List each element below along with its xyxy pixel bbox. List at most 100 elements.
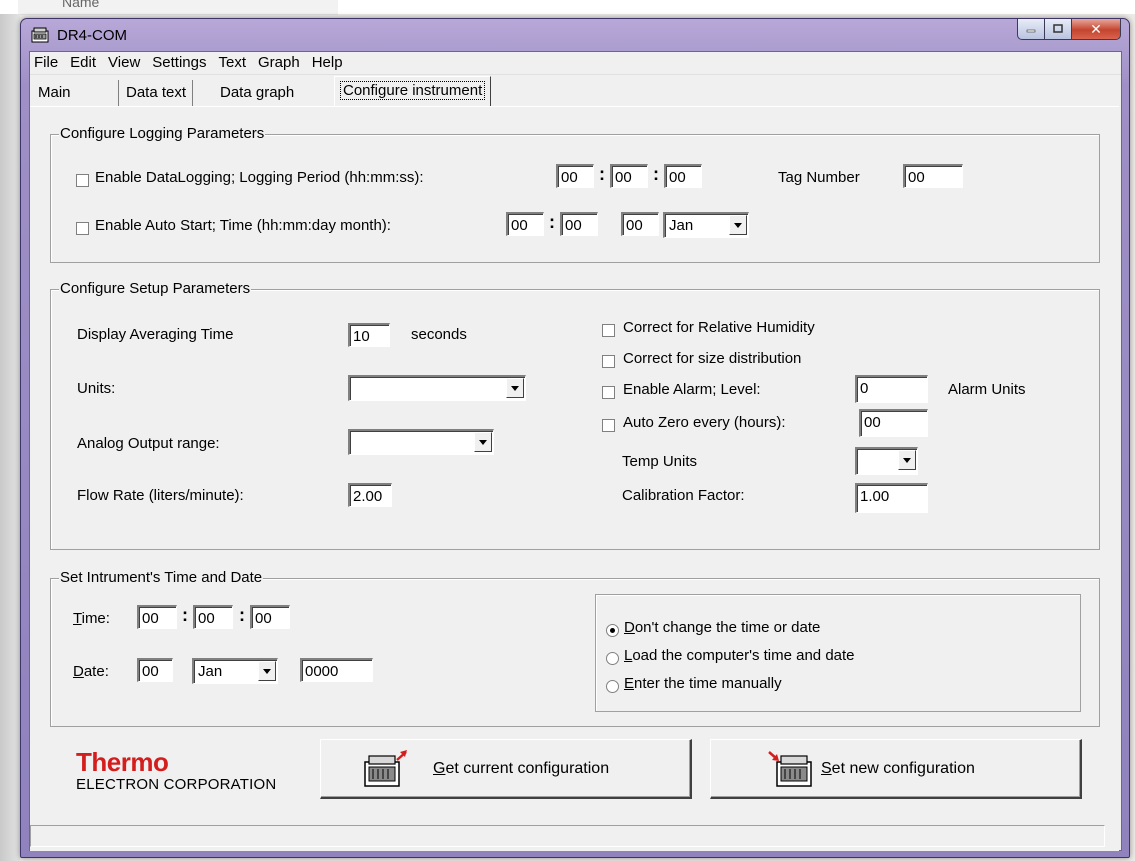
menu-edit[interactable]: Edit: [64, 52, 102, 74]
title-bar[interactable]: DR4-COM ✕: [21, 19, 1129, 51]
dropdown-button[interactable]: [729, 215, 747, 235]
colon-separator: :: [182, 605, 188, 625]
app-icon: [31, 27, 49, 43]
radio-load-computer-time-label[interactable]: Load the computer's time and date: [624, 647, 855, 664]
close-button[interactable]: ✕: [1072, 19, 1121, 40]
colon-separator: :: [549, 212, 555, 232]
correct-size-checkbox[interactable]: [602, 355, 615, 368]
colon-separator: :: [653, 164, 659, 184]
date-year-input[interactable]: 0000: [300, 658, 373, 682]
enable-datalogging-checkbox[interactable]: [76, 174, 89, 187]
alarm-level-input[interactable]: 0: [855, 375, 928, 403]
time-date-group: Set Intrument's Time and Date Time: 00 :…: [50, 569, 1100, 727]
status-bar: [22, 821, 1115, 849]
dropdown-button[interactable]: [474, 432, 492, 452]
tab-configure-instrument[interactable]: Configure instrument: [334, 76, 492, 107]
tab-data-graph-label: Data graph: [220, 84, 295, 101]
date-day-input[interactable]: 00: [137, 658, 173, 682]
get-current-configuration-button[interactable]: Get current configuration: [320, 739, 692, 799]
autostart-minutes[interactable]: 00: [560, 212, 598, 236]
correct-rh-checkbox[interactable]: [602, 324, 615, 337]
temp-units-label: Temp Units: [622, 453, 698, 470]
enable-autostart-label[interactable]: Enable Auto Start; Time (hh:mm:day month…: [95, 217, 391, 234]
auto-zero-checkbox[interactable]: [602, 419, 615, 432]
units-label: Units:: [77, 380, 116, 397]
logging-period-seconds[interactable]: 00: [664, 164, 702, 188]
dropdown-button[interactable]: [898, 450, 916, 470]
display-averaging-label: Display Averaging Time: [77, 326, 234, 343]
auto-zero-label[interactable]: Auto Zero every (hours):: [623, 414, 786, 431]
units-select[interactable]: [348, 375, 526, 401]
enable-alarm-checkbox[interactable]: [602, 386, 615, 399]
background-window-scrap: Name: [18, 0, 338, 15]
autostart-month-value: Jan: [669, 217, 694, 234]
enable-datalogging-label[interactable]: Enable DataLogging; Logging Period (hh:m…: [95, 169, 424, 186]
date-month-value: Jan: [198, 663, 223, 680]
caption-buttons: ✕: [1017, 19, 1121, 41]
tag-number-input[interactable]: 00: [903, 164, 963, 188]
app-window: DR4-COM ✕ File Edit View Settings Text G…: [20, 18, 1130, 858]
status-panel: [30, 825, 1105, 847]
chevron-down-icon: [511, 385, 519, 391]
setup-group: Configure Setup Parameters Display Avera…: [50, 280, 1100, 550]
instrument-upload-icon: [364, 750, 407, 787]
thermo-logo: Thermo: [76, 747, 169, 777]
enable-autostart-checkbox[interactable]: [76, 222, 89, 235]
close-icon: ✕: [1090, 20, 1102, 37]
minimize-button[interactable]: [1017, 19, 1045, 40]
menu-text[interactable]: Text: [212, 52, 252, 74]
autostart-month-select[interactable]: Jan: [663, 212, 749, 238]
menu-settings[interactable]: Settings: [146, 52, 212, 74]
radio-dont-change[interactable]: [606, 624, 619, 637]
date-month-select[interactable]: Jan: [192, 658, 278, 684]
display-averaging-input[interactable]: 10: [348, 323, 390, 347]
tab-data-text[interactable]: Data text: [120, 80, 194, 106]
temp-units-select[interactable]: [855, 447, 918, 475]
autostart-day[interactable]: 00: [621, 212, 659, 236]
flow-rate-label: Flow Rate (liters/minute):: [77, 487, 244, 504]
auto-zero-hours-input[interactable]: 00: [859, 409, 928, 437]
tab-data-graph[interactable]: Data graph: [214, 80, 300, 106]
flow-rate-input[interactable]: 2.00: [348, 483, 392, 507]
display-averaging-unit: seconds: [411, 326, 467, 343]
radio-enter-manually[interactable]: [606, 680, 619, 693]
colon-separator: :: [239, 605, 245, 625]
tab-strip: Main Data text Data graph Configure inst…: [30, 76, 1121, 107]
background-window-edge: [0, 14, 20, 861]
radio-selected-dot: [610, 628, 615, 633]
radio-enter-manually-label[interactable]: Enter the time manually: [624, 675, 782, 692]
instrument-download-icon: [768, 751, 812, 787]
time-seconds-input[interactable]: 00: [250, 605, 290, 629]
radio-dont-change-label[interactable]: Don't change the time or date: [624, 619, 820, 636]
tab-data-text-label: Data text: [126, 84, 187, 101]
calibration-factor-label: Calibration Factor:: [622, 487, 745, 504]
analog-output-select[interactable]: [348, 429, 494, 455]
menu-help[interactable]: Help: [306, 52, 349, 74]
logging-period-minutes[interactable]: 00: [610, 164, 648, 188]
dropdown-button[interactable]: [258, 661, 276, 681]
set-new-configuration-button[interactable]: Set new configuration: [710, 739, 1082, 799]
logging-group: Configure Logging Parameters Enable Data…: [50, 125, 1100, 263]
logging-period-hours[interactable]: 00: [556, 164, 594, 188]
menu-file[interactable]: File: [30, 52, 64, 74]
calibration-factor-input[interactable]: 1.00: [855, 483, 928, 513]
correct-rh-label[interactable]: Correct for Relative Humidity: [623, 319, 815, 336]
menu-graph[interactable]: Graph: [252, 52, 306, 74]
chevron-down-icon: [263, 668, 271, 674]
time-minutes-input[interactable]: 00: [193, 605, 233, 629]
autostart-hours[interactable]: 00: [506, 212, 544, 236]
dropdown-button[interactable]: [506, 378, 524, 398]
radio-load-computer-time[interactable]: [606, 652, 619, 665]
enable-alarm-label[interactable]: Enable Alarm; Level:: [623, 381, 761, 398]
date-label: Date:: [73, 663, 109, 680]
alarm-units-label: Alarm Units: [948, 381, 1026, 398]
maximize-button[interactable]: [1045, 19, 1072, 40]
maximize-icon: [1053, 24, 1063, 33]
tab-main[interactable]: Main: [32, 80, 119, 106]
correct-size-label[interactable]: Correct for size distribution: [623, 350, 801, 367]
setup-group-title: Configure Setup Parameters: [59, 280, 252, 297]
time-hours-input[interactable]: 00: [137, 605, 177, 629]
menu-view[interactable]: View: [102, 52, 146, 74]
tab-main-label: Main: [38, 84, 71, 101]
get-current-configuration-label: Get current configuration: [433, 760, 610, 777]
